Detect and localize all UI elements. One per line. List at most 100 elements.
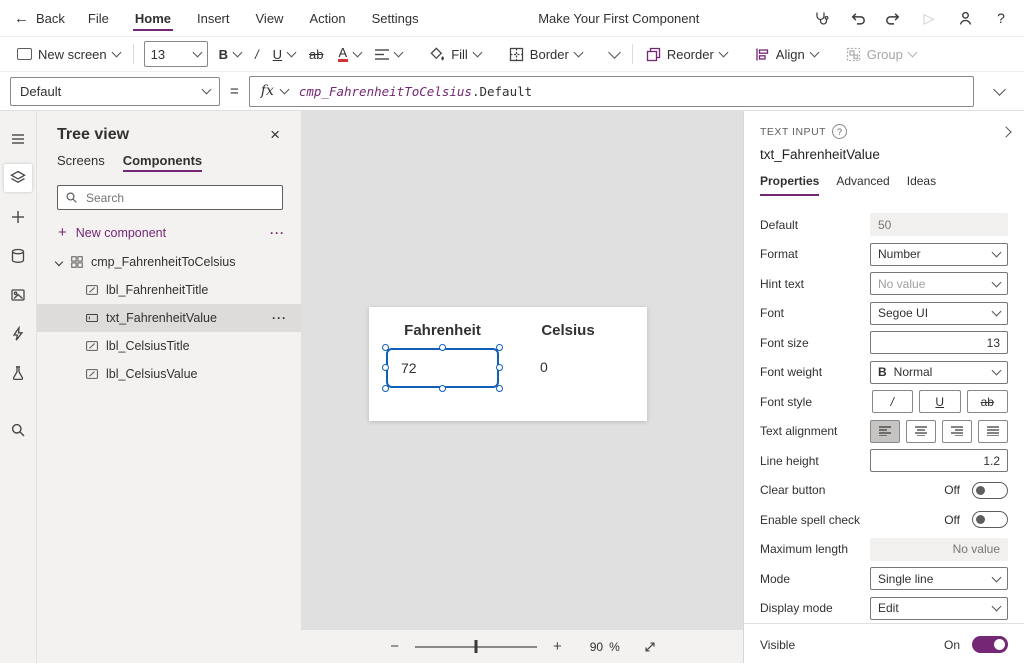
menu-file[interactable]: File xyxy=(75,0,122,36)
property-label: Mode xyxy=(760,572,870,586)
fahrenheit-input-selection[interactable]: 72 xyxy=(386,348,499,388)
display-mode-select[interactable]: Edit xyxy=(870,597,1008,620)
align-center-button[interactable] xyxy=(906,420,936,443)
format-select[interactable]: Number xyxy=(870,243,1008,266)
search-input[interactable] xyxy=(84,190,275,206)
font-weight-select[interactable]: B Normal xyxy=(870,361,1008,384)
selection-handle[interactable] xyxy=(382,364,389,371)
menu-view[interactable]: View xyxy=(243,0,297,36)
visible-toggle[interactable] xyxy=(972,636,1008,653)
new-component-button[interactable]: + New component ··· xyxy=(37,220,301,248)
zoom-out-button[interactable]: − xyxy=(387,638,402,655)
zoom-in-button[interactable]: + xyxy=(550,638,565,655)
new-screen-button[interactable]: New screen xyxy=(10,40,127,68)
line-height-input[interactable]: 1.2 xyxy=(870,449,1008,472)
chevron-expanded-icon[interactable] xyxy=(55,258,63,266)
menu-action[interactable]: Action xyxy=(296,0,358,36)
reorder-button[interactable]: Reorder xyxy=(639,40,734,68)
tests-icon[interactable] xyxy=(4,359,32,387)
user-account-icon[interactable] xyxy=(950,3,980,33)
fullscreen-icon[interactable] xyxy=(643,640,657,654)
media-icon[interactable] xyxy=(4,281,32,309)
font-size-input[interactable]: 13 xyxy=(870,331,1008,354)
text-align-button[interactable] xyxy=(368,40,409,68)
back-button[interactable]: ← Back xyxy=(4,0,75,36)
app-checker-icon[interactable] xyxy=(806,3,836,33)
power-automate-icon[interactable] xyxy=(4,320,32,348)
component-card[interactable]: Fahrenheit 72 Celsius 0 xyxy=(369,307,647,421)
selection-handle[interactable] xyxy=(496,344,503,351)
selection-handle[interactable] xyxy=(382,344,389,351)
tree-item-lbl-celsius-title[interactable]: lbl_CelsiusTitle xyxy=(37,332,301,360)
zoom-slider-handle[interactable] xyxy=(474,640,477,653)
max-length-input[interactable]: No value xyxy=(870,538,1008,561)
tab-components[interactable]: Components xyxy=(123,153,202,172)
strikethrough-button[interactable]: ab xyxy=(302,40,330,68)
fahrenheit-title-label[interactable]: Fahrenheit xyxy=(386,322,499,339)
fahrenheit-text-input[interactable]: 72 xyxy=(386,348,499,388)
tree-view-icon[interactable] xyxy=(4,164,32,192)
selection-handle[interactable] xyxy=(439,385,446,392)
align-right-button[interactable] xyxy=(942,420,972,443)
undo-icon[interactable] xyxy=(842,3,872,33)
selection-handle[interactable] xyxy=(496,364,503,371)
fx-selector[interactable]: fx xyxy=(250,83,299,99)
zoom-slider[interactable] xyxy=(415,639,537,654)
tab-advanced[interactable]: Advanced xyxy=(836,174,889,196)
clear-button-toggle[interactable] xyxy=(972,482,1008,499)
search-icon[interactable] xyxy=(4,416,32,444)
tree-item-lbl-fahrenheit-title[interactable]: lbl_FahrenheitTitle xyxy=(37,276,301,304)
help-icon[interactable]: ? xyxy=(832,124,847,139)
font-select[interactable]: Segoe UI xyxy=(870,302,1008,325)
selection-handle[interactable] xyxy=(496,385,503,392)
tree-item-txt-fahrenheit-value[interactable]: txt_FahrenheitValue ··· xyxy=(37,304,301,332)
menu-settings[interactable]: Settings xyxy=(359,0,432,36)
close-icon[interactable]: × xyxy=(263,124,287,145)
border-button[interactable]: Border xyxy=(502,40,589,68)
ellipsis-icon[interactable]: ··· xyxy=(270,226,285,240)
fill-button[interactable]: Fill xyxy=(423,40,488,68)
italic-button[interactable]: / xyxy=(872,390,914,413)
tab-properties[interactable]: Properties xyxy=(760,174,819,196)
ellipsis-icon[interactable]: ··· xyxy=(272,311,287,325)
menu-home[interactable]: Home xyxy=(122,0,184,36)
tree-search-box[interactable] xyxy=(57,185,283,210)
more-formatting-button[interactable] xyxy=(603,40,626,68)
label-control-icon xyxy=(85,367,99,381)
underline-button[interactable]: U xyxy=(266,40,302,68)
menu-insert[interactable]: Insert xyxy=(184,0,243,36)
align-justify-button[interactable] xyxy=(978,420,1008,443)
font-size-select[interactable]: 13 xyxy=(144,41,208,67)
default-input[interactable]: 50 xyxy=(870,213,1008,236)
selection-handle[interactable] xyxy=(439,344,446,351)
chevron-right-icon[interactable] xyxy=(1000,126,1011,137)
control-type-label: TEXT INPUT xyxy=(760,126,826,138)
tree-item-lbl-celsius-value[interactable]: lbl_CelsiusValue xyxy=(37,360,301,388)
formula-input[interactable]: fx cmp_FahrenheitToCelsius.Default xyxy=(249,76,974,107)
property-selector[interactable]: Default xyxy=(10,77,220,106)
help-icon[interactable]: ? xyxy=(986,3,1016,33)
hint-text-select[interactable]: No value xyxy=(870,272,1008,295)
tree-item-component-root[interactable]: cmp_FahrenheitToCelsius xyxy=(37,248,301,276)
formula-bar-expand-button[interactable] xyxy=(984,88,1014,94)
insert-icon[interactable] xyxy=(4,203,32,231)
bold-button[interactable]: B xyxy=(212,40,248,68)
celsius-value-label[interactable]: 0 xyxy=(525,348,611,375)
hamburger-menu-icon[interactable] xyxy=(4,125,32,153)
celsius-title-label[interactable]: Celsius xyxy=(525,322,611,339)
selection-handle[interactable] xyxy=(382,385,389,392)
mode-select[interactable]: Single line xyxy=(870,567,1008,590)
underline-button[interactable]: U xyxy=(919,390,961,413)
data-icon[interactable] xyxy=(4,242,32,270)
spell-check-toggle[interactable] xyxy=(972,511,1008,528)
align-left-button[interactable] xyxy=(870,420,900,443)
strikethrough-button[interactable]: ab xyxy=(967,390,1009,413)
fill-icon xyxy=(430,47,445,62)
align-button[interactable]: Align xyxy=(748,40,825,68)
tab-screens[interactable]: Screens xyxy=(57,153,105,172)
canvas[interactable]: Fahrenheit 72 Celsius 0 xyxy=(301,111,743,663)
redo-icon[interactable] xyxy=(878,3,908,33)
font-color-button[interactable]: A xyxy=(331,40,369,68)
tab-ideas[interactable]: Ideas xyxy=(907,174,936,196)
italic-button[interactable]: / xyxy=(248,40,266,68)
